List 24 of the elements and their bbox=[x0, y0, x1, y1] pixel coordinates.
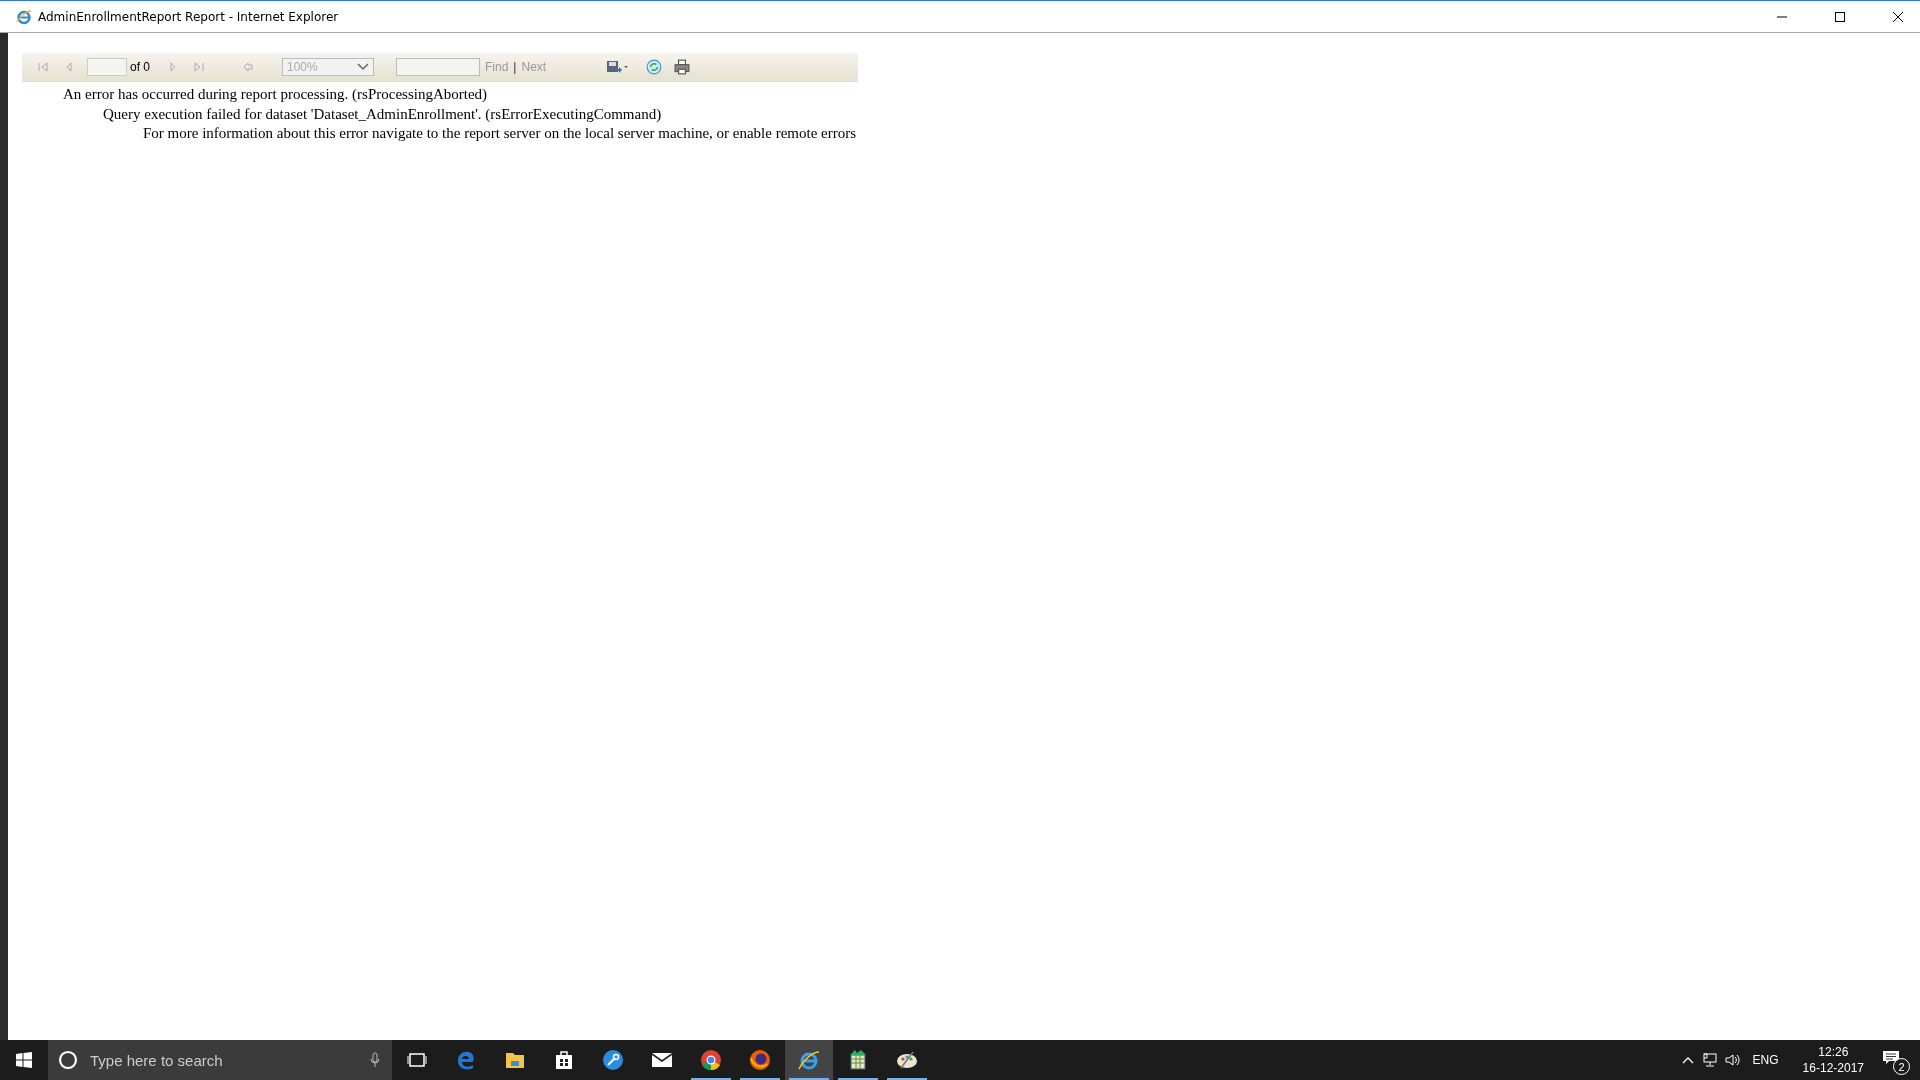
printer-icon[interactable] bbox=[674, 59, 691, 75]
caret-icon bbox=[357, 63, 369, 71]
taskbar-search-field[interactable]: Type here to search bbox=[48, 1040, 392, 1080]
page-count: of 0 bbox=[130, 60, 150, 74]
window-title: AdminEnrollmentReport Report - Internet Explorer bbox=[38, 9, 339, 24]
search-input[interactable]: Type here to search bbox=[88, 1050, 370, 1070]
cortana-circle-icon bbox=[58, 1050, 78, 1070]
error-message: An error has occurred during report processing. (rsProcessingAborted) bbox=[62, 85, 489, 104]
notification-button[interactable]: 2 bbox=[1880, 1045, 1910, 1075]
input-language[interactable]: ENG bbox=[1752, 1053, 1779, 1067]
message-icon bbox=[1882, 1050, 1900, 1066]
refresh-icon[interactable] bbox=[646, 59, 663, 75]
chrome-ball-icon bbox=[699, 1048, 723, 1072]
browser-logo-icon bbox=[16, 8, 32, 25]
speaker-icon[interactable] bbox=[1723, 1052, 1740, 1068]
error-message: Query execution failed for dataset 'Dataset_AdminEnrollment'. (rsErrorExecutingCommand) bbox=[102, 104, 663, 124]
microphone-icon[interactable] bbox=[370, 1052, 380, 1068]
separator-text: | bbox=[513, 60, 517, 74]
network-icon[interactable] bbox=[1701, 1052, 1718, 1068]
error-message: For more information about this error navigate to the report server on the local server machine, or enable remote errors bbox=[142, 124, 858, 143]
export-save-icon[interactable] bbox=[606, 60, 629, 74]
browser-e-icon bbox=[797, 1048, 821, 1072]
taskbar-clock[interactable]: 12:26 16-12-2017 bbox=[1802, 1044, 1864, 1076]
notification-count: 2 bbox=[1893, 1058, 1910, 1075]
